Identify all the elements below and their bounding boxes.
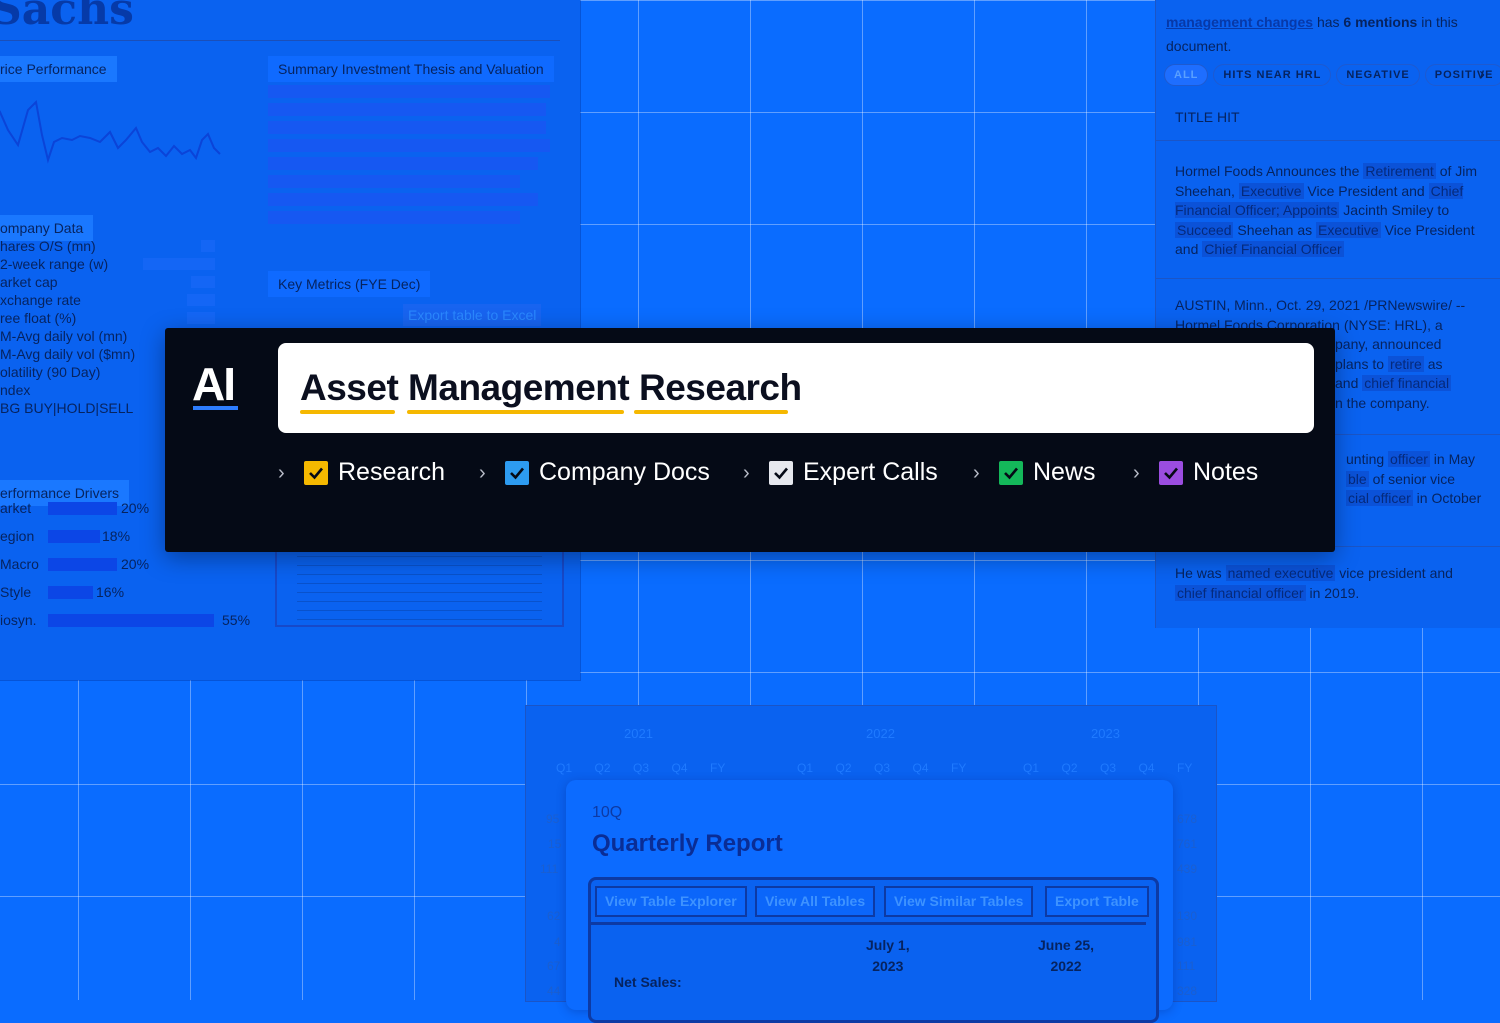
title-hit-card[interactable]: TITLE HIT xyxy=(1156,96,1500,141)
year-header: 2022 xyxy=(866,726,895,741)
table-cell: 95 xyxy=(546,812,560,826)
category-label: Research xyxy=(338,458,445,486)
filter-positive[interactable]: POSITIVE xyxy=(1424,64,1500,86)
report-title: Quarterly Report xyxy=(592,830,783,857)
price-performance-chart xyxy=(0,99,221,164)
view-similar-tables-button[interactable]: View Similar Tables xyxy=(884,886,1034,917)
company-data-row: hares O/S (mn) xyxy=(0,238,215,256)
category-label: Notes xyxy=(1193,458,1259,486)
filter-negative[interactable]: NEGATIVE xyxy=(1336,64,1420,86)
column-header-date: July 1, 2023 xyxy=(866,937,910,974)
table-cell: 328 xyxy=(1177,984,1198,998)
driver-bar xyxy=(48,614,214,627)
filter-all[interactable]: ALL xyxy=(1164,64,1209,86)
checkbox-checked-icon[interactable] xyxy=(304,461,328,485)
section-price-performance: rice Performance xyxy=(0,56,117,82)
search-query-text: Asset Management Research xyxy=(300,367,802,408)
quarter-headers: Q1 Q2 Q3 Q4 FY xyxy=(797,761,967,775)
table-cell: 67 xyxy=(547,959,561,973)
hit-card[interactable]: Hormel Foods Announces the Retirement of… xyxy=(1156,150,1500,279)
row-label-net-sales: Net Sales: xyxy=(614,974,682,990)
chevron-right-icon: › xyxy=(278,462,285,484)
table-cell: 761 xyxy=(1177,837,1198,851)
company-data-row: arket cap xyxy=(0,274,215,292)
company-data-row: ree float (%) xyxy=(0,310,215,328)
divider xyxy=(0,40,560,41)
year-header: 2021 xyxy=(624,726,653,741)
chevron-right-icon[interactable]: › xyxy=(1479,64,1485,85)
driver-bar xyxy=(48,558,117,571)
mention-count: 6 mentions xyxy=(1343,14,1418,30)
table-cell: 15 xyxy=(548,837,562,851)
quarter-headers: Q1 Q2 Q3 Q4 FY xyxy=(1023,761,1193,775)
section-summary: Summary Investment Thesis and Valuation xyxy=(268,56,554,82)
year-header: 2023 xyxy=(1091,726,1120,741)
company-data-row: xchange rate xyxy=(0,292,215,310)
section-key-metrics: Key Metrics (FYE Dec) xyxy=(268,271,431,297)
mention-summary: management changes has 6 mentions in thi… xyxy=(1166,14,1458,54)
table-cell: 4 xyxy=(554,935,561,949)
table-cell: 678 xyxy=(1177,812,1198,826)
driver-bar xyxy=(48,530,100,543)
driver-bar xyxy=(48,586,93,599)
table-cell: 439 xyxy=(1177,862,1198,876)
term-underline xyxy=(300,410,395,414)
search-panel: AI Asset Management Research › Research … xyxy=(165,328,1335,552)
quarterly-report-card: 10Q Quarterly Report View Table Explorer… xyxy=(566,780,1173,1023)
view-all-tables-button[interactable]: View All Tables xyxy=(755,886,876,917)
ai-logo-icon: AI xyxy=(192,358,240,410)
company-data-row: 2-week range (w) xyxy=(0,256,215,274)
hit-filters: ALL HITS NEAR HRL NEGATIVE POSITIVE xyxy=(1164,64,1500,86)
term-underline xyxy=(407,410,624,414)
hit-card[interactable]: He was named executive vice president an… xyxy=(1156,554,1500,608)
report-type: 10Q xyxy=(592,804,623,821)
table-cell: 111 xyxy=(540,862,559,876)
chevron-right-icon: › xyxy=(1133,462,1140,484)
view-table-explorer-button[interactable]: View Table Explorer xyxy=(595,886,747,917)
filter-hits-near[interactable]: HITS NEAR HRL xyxy=(1213,64,1332,86)
checkbox-checked-icon[interactable] xyxy=(769,461,793,485)
term-underline xyxy=(634,410,788,414)
chevron-right-icon: › xyxy=(743,462,750,484)
table-cell: 981 xyxy=(1177,935,1198,949)
table-cell: 44 xyxy=(547,984,561,998)
table-cell: 111 xyxy=(1177,959,1196,973)
export-to-excel-button[interactable]: Export table to Excel xyxy=(403,304,542,326)
chevron-right-icon: › xyxy=(973,462,980,484)
chevron-right-icon: › xyxy=(479,462,486,484)
search-input[interactable]: Asset Management Research xyxy=(278,343,1314,433)
export-table-button[interactable]: Export Table xyxy=(1045,886,1149,917)
summary-text-placeholder xyxy=(268,85,550,229)
table-cell: 130 xyxy=(1177,909,1198,923)
table-cell: 62 xyxy=(547,909,561,923)
driver-bar xyxy=(48,502,117,515)
checkbox-checked-icon[interactable] xyxy=(1159,461,1183,485)
quarter-headers: Q1 Q2 Q3 Q4 FY xyxy=(556,761,726,775)
checkbox-checked-icon[interactable] xyxy=(999,461,1023,485)
brand-name: Sachs xyxy=(0,0,134,35)
mention-term[interactable]: management changes xyxy=(1166,14,1313,30)
category-label: Expert Calls xyxy=(803,458,938,486)
checkbox-checked-icon[interactable] xyxy=(505,461,529,485)
category-label: News xyxy=(1033,458,1096,486)
category-label: Company Docs xyxy=(539,458,710,486)
column-header-date: June 25, 2022 xyxy=(1038,937,1095,974)
